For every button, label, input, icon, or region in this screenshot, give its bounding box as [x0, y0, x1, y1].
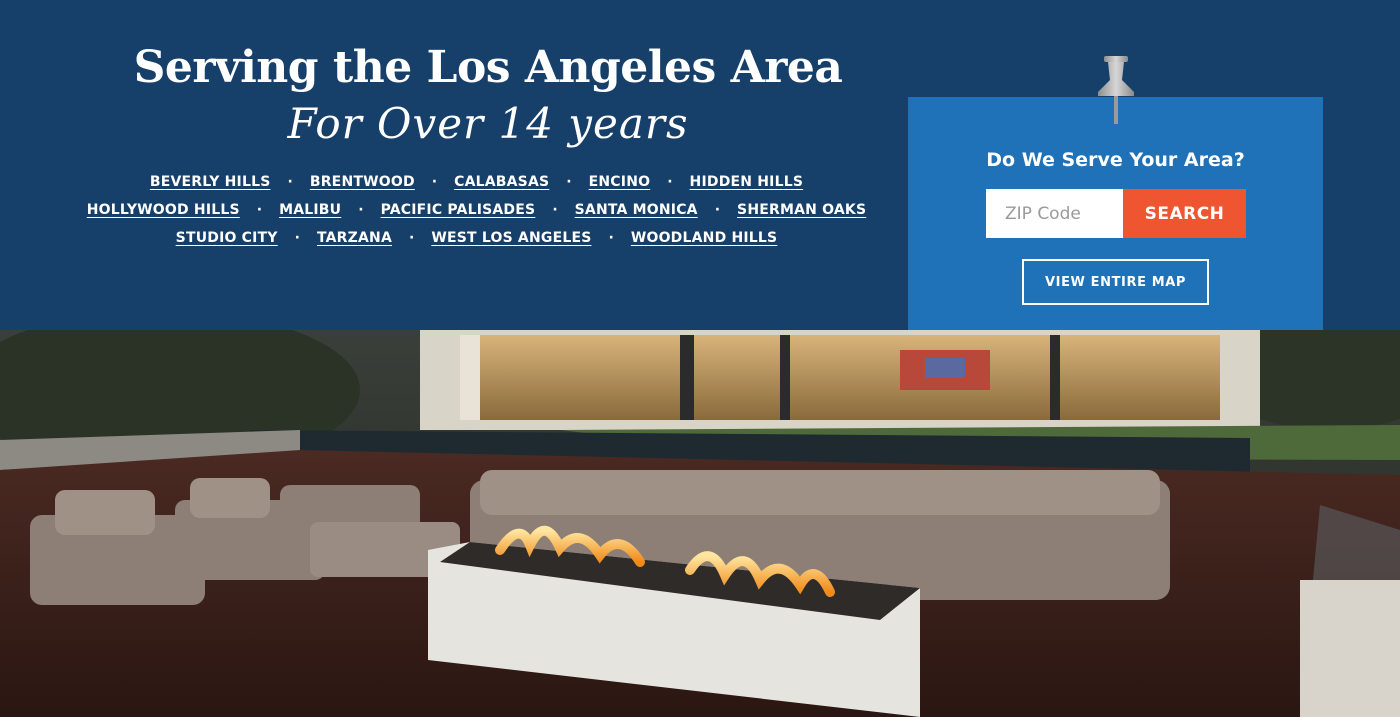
push-pin-icon [1098, 56, 1134, 124]
city-separator: · [287, 174, 293, 190]
city-row: HOLLYWOOD HILLS · MALIBU · PACIFIC PALISADES… [0, 196, 953, 224]
city-link-sherman-oaks[interactable]: SHERMAN OAKS [737, 202, 866, 218]
zip-panel-title: Do We Serve Your Area? [986, 149, 1245, 171]
city-separator: · [608, 230, 614, 246]
city-link-studio-city[interactable]: STUDIO CITY [176, 230, 278, 246]
city-separator: · [667, 174, 673, 190]
city-link-encino[interactable]: ENCINO [589, 174, 651, 190]
subheadline: For Over 14 years [287, 99, 689, 148]
city-link-beverly-hills[interactable]: BEVERLY HILLS [150, 174, 271, 190]
city-link-hollywood-hills[interactable]: HOLLYWOOD HILLS [87, 202, 240, 218]
city-separator: · [714, 202, 721, 218]
city-separator: · [256, 202, 263, 218]
city-link-hidden-hills[interactable]: HIDDEN HILLS [690, 174, 804, 190]
city-separator: · [566, 174, 572, 190]
city-link-pacific-palisades[interactable]: PACIFIC PALISADES [381, 202, 536, 218]
city-separator: · [409, 230, 415, 246]
search-button[interactable]: SEARCH [1123, 189, 1246, 238]
city-link-malibu[interactable]: MALIBU [279, 202, 341, 218]
city-separator: · [431, 174, 438, 190]
city-link-woodland-hills[interactable]: WOODLAND HILLS [631, 230, 778, 246]
city-link-brentwood[interactable]: BRENTWOOD [310, 174, 415, 190]
city-link-calabasas[interactable]: CALABASAS [454, 174, 549, 190]
page: Serving the Los Angeles Area For Over 14… [0, 0, 1400, 717]
city-link-west-los-angeles[interactable]: WEST LOS ANGELES [431, 230, 591, 246]
view-entire-map-button[interactable]: VIEW ENTIRE MAP [1022, 259, 1209, 305]
city-separator: · [294, 230, 300, 246]
hero-patio-photo [0, 330, 1400, 717]
headline: Serving the Los Angeles Area [133, 42, 843, 93]
city-links: BEVERLY HILLS · BRENTWOOD · CALABASAS · ENCINO… [0, 168, 953, 252]
city-link-santa-monica[interactable]: SANTA MONICA [575, 202, 698, 218]
city-row: BEVERLY HILLS · BRENTWOOD · CALABASAS · ENCINO… [0, 168, 953, 196]
city-separator: · [358, 202, 364, 218]
city-row: STUDIO CITY · TARZANA · WEST LOS ANGELES · WOO… [0, 224, 953, 252]
zip-code-input[interactable] [986, 189, 1123, 238]
city-separator: · [552, 202, 558, 218]
city-link-tarzana[interactable]: TARZANA [317, 230, 392, 246]
